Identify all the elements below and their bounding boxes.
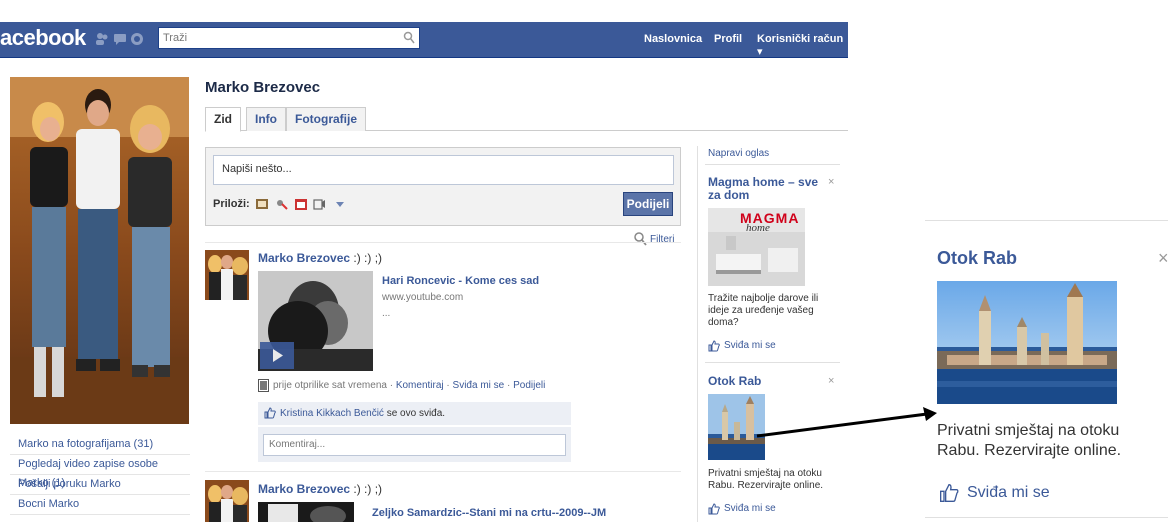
comment-input[interactable]: Komentiraj...: [263, 434, 566, 456]
ad-close-icon[interactable]: ×: [828, 176, 834, 188]
share-button[interactable]: Podijeli: [623, 192, 673, 216]
thumbs-up-icon[interactable]: [708, 340, 720, 352]
play-icon: [273, 349, 283, 362]
tab-photos[interactable]: Fotografije: [286, 107, 366, 131]
facebook-logo[interactable]: acebook: [0, 25, 86, 51]
post-author-name[interactable]: Marko Brezovec: [258, 251, 350, 265]
zoomed-ad-panel: Otok Rab × Privatni smještaj na otoku Ra…: [925, 220, 1168, 522]
ad-logo-sub: home: [746, 222, 770, 234]
ad-title[interactable]: Otok Rab: [708, 374, 761, 388]
post-status-text: :) :) ;): [350, 482, 383, 496]
videos-link[interactable]: Pogledaj video zapise osobe Marko (1): [10, 455, 190, 489]
nav-home[interactable]: Naslovnica: [644, 33, 702, 45]
link-attach-icon[interactable]: [276, 198, 288, 210]
thumbs-up-icon: [264, 407, 276, 419]
video-attach-icon[interactable]: [313, 198, 325, 210]
share-link[interactable]: Podijeli: [513, 380, 545, 391]
post-link-title[interactable]: Hari Roncevic - Kome ces sad: [382, 275, 539, 287]
ads-divider: [705, 164, 840, 165]
ad-text: Tražite najbolje darove ili ideje za ure…: [708, 293, 819, 328]
thumbs-up-icon[interactable]: [708, 503, 720, 515]
ad-like-link[interactable]: Sviđa mi se: [724, 340, 776, 351]
tab-info[interactable]: Info: [246, 107, 286, 131]
poke-link[interactable]: Bocni Marko: [10, 495, 190, 515]
post-author-line: Marko Brezovec :) :) ;): [258, 251, 382, 265]
video-thumbnail[interactable]: [258, 502, 354, 522]
liker-name[interactable]: Kristina Kikkach Benčić: [280, 408, 384, 419]
video-type-icon: [258, 379, 269, 392]
annotation-arrow: [756, 407, 937, 438]
send-message-link[interactable]: Pošalji poruku Marko: [10, 475, 190, 495]
filters-link[interactable]: Filteri: [650, 234, 674, 245]
photos-of-link[interactable]: Marko na fotografijama (31): [10, 435, 190, 455]
messages-icon[interactable]: [113, 32, 127, 46]
friend-requests-icon[interactable]: [95, 32, 109, 46]
likes-summary: Kristina Kikkach Benčić se ovo sviđa.: [258, 402, 571, 426]
zoomed-ad-image[interactable]: [937, 281, 1117, 404]
zoomed-ad-title[interactable]: Otok Rab: [937, 248, 1017, 269]
post-author-line: Marko Brezovec :) :) ;): [258, 482, 382, 496]
profile-name: Marko Brezovec: [205, 79, 321, 96]
photo-attach-icon[interactable]: [256, 198, 268, 210]
zoomed-close-icon[interactable]: ×: [1158, 248, 1168, 269]
ad-text: Privatni smještaj na otoku Rabu. Rezervi…: [708, 468, 824, 491]
play-button[interactable]: [260, 342, 294, 369]
comment-area: Komentiraj...: [258, 427, 571, 463]
attach-label: Priloži:: [213, 198, 250, 210]
post-link-domain: www.youtube.com: [382, 292, 464, 303]
post-link-title[interactable]: Zeljko Samardzic--Stani mi na crtu--2009…: [372, 507, 606, 519]
ad-close-icon[interactable]: ×: [828, 375, 834, 387]
nav-profile[interactable]: Profil: [714, 33, 742, 45]
zoomed-like-link[interactable]: Sviđa mi se: [967, 484, 1050, 502]
notifications-icon[interactable]: [130, 32, 144, 46]
video-thumbnail[interactable]: [258, 271, 373, 371]
zoom-divider: [925, 517, 1168, 518]
ads-divider: [705, 362, 840, 363]
ad-like-link[interactable]: Sviđa mi se: [724, 503, 776, 514]
search-placeholder: Traži: [163, 32, 188, 44]
post-meta: prije otprilike sat vremena · Komentiraj…: [273, 380, 546, 391]
event-attach-icon[interactable]: [295, 198, 307, 210]
search-icon[interactable]: [403, 31, 415, 45]
ad-title[interactable]: Magma home – sve za dom: [708, 176, 823, 202]
more-attach-chevron-icon[interactable]: [334, 198, 346, 210]
filter-search-icon[interactable]: [634, 232, 647, 246]
feed-divider: [205, 242, 681, 243]
post-status-text: :) :) ;): [350, 251, 383, 265]
ad-image[interactable]: MAGMA home: [708, 208, 805, 286]
post-author-avatar[interactable]: [205, 250, 249, 300]
nav-account[interactable]: Korisnički račun ▾: [757, 33, 848, 58]
feed-divider: [205, 471, 681, 472]
search-box[interactable]: Traži: [158, 27, 420, 49]
post-author-avatar[interactable]: [205, 480, 249, 522]
likes-suffix: se ovo sviđa.: [383, 408, 446, 419]
likes-text: Kristina Kikkach Benčić se ovo sviđa.: [280, 408, 445, 419]
comment-link[interactable]: Komentiraj: [396, 380, 444, 391]
ads-column: [697, 146, 847, 522]
top-bar: acebook Traži Naslovnica Profil Korisnič…: [0, 22, 848, 58]
post-time[interactable]: prije otprilike sat vremena: [273, 380, 387, 391]
status-input[interactable]: Napiši nešto...: [213, 155, 674, 185]
thumbs-up-icon[interactable]: [938, 483, 960, 503]
like-link[interactable]: Sviđa mi se: [453, 380, 505, 391]
post-link-description: ...: [382, 308, 391, 319]
zoomed-ad-text: Privatni smještaj na otoku Rabu. Rezervi…: [937, 422, 1122, 459]
create-ad-link[interactable]: Napravi oglas: [708, 148, 769, 159]
tab-wall[interactable]: Zid: [205, 107, 241, 132]
profile-tabs: Zid Info Fotografije: [205, 107, 848, 132]
status-composer: Napiši nešto... Priloži: Podijeli: [205, 147, 681, 226]
post-author-name[interactable]: Marko Brezovec: [258, 482, 350, 496]
profile-photo[interactable]: [10, 77, 189, 424]
